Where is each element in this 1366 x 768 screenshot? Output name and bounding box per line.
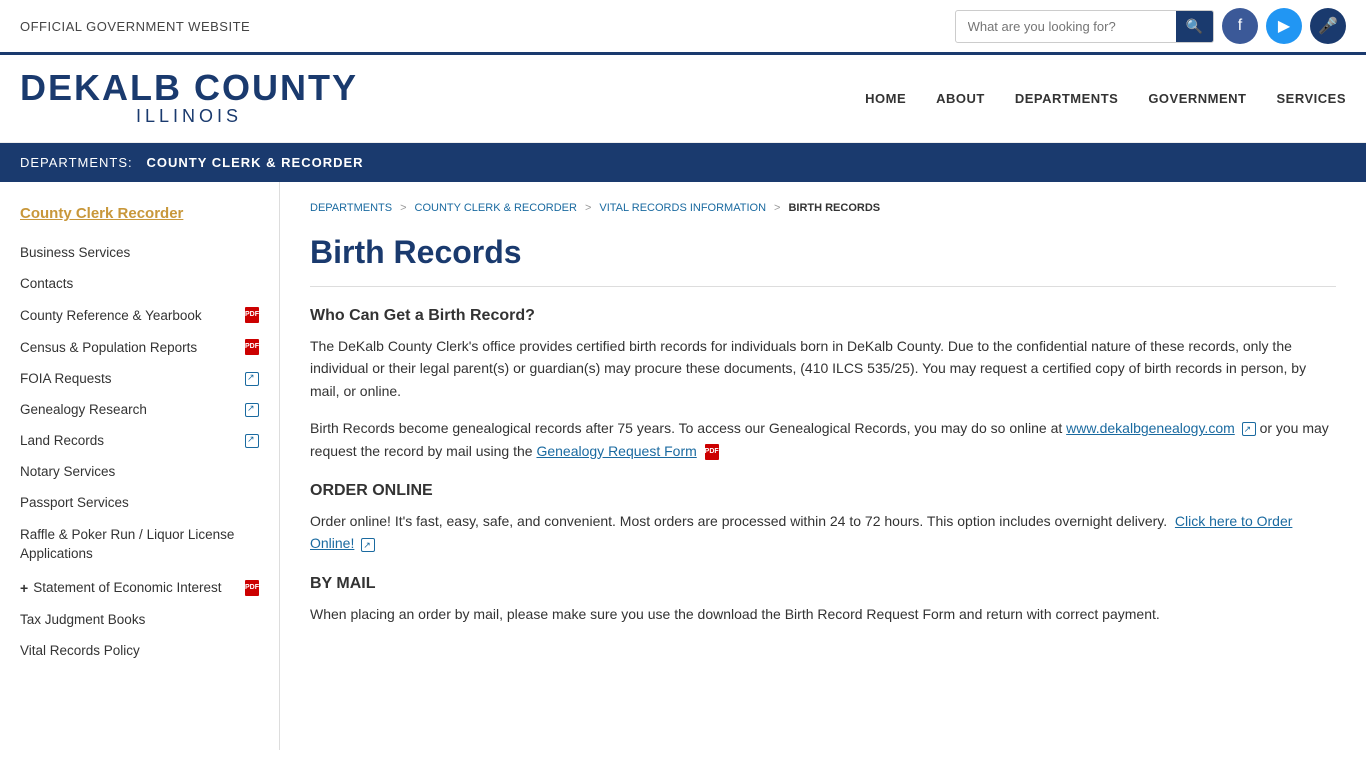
nav-about[interactable]: ABOUT	[936, 91, 985, 106]
section2-para: Order online! It's fast, easy, safe, and…	[310, 510, 1336, 555]
sidebar-item-land-records[interactable]: Land Records	[0, 425, 279, 456]
page-title: Birth Records	[310, 234, 1336, 287]
header: DEKALB COUNTY ILLINOIS HOME ABOUT DEPART…	[0, 55, 1366, 143]
external-link-icon	[361, 538, 375, 552]
breadcrumb-clerk[interactable]: COUNTY CLERK & RECORDER	[415, 202, 577, 214]
external-link-icon	[245, 372, 259, 386]
breadcrumb-vital[interactable]: VITAL RECORDS INFORMATION	[599, 202, 766, 214]
sidebar-item-raffle[interactable]: Raffle & Poker Run / Liquor License Appl…	[0, 518, 279, 572]
sidebar-item-tax-judgment[interactable]: Tax Judgment Books	[0, 604, 279, 635]
dept-bar-name: COUNTY CLERK & RECORDER	[147, 155, 364, 170]
pdf-icon: PDF	[705, 444, 719, 460]
logo-main: DEKALB COUNTY	[20, 70, 358, 106]
dept-bar-label: DEPARTMENTS:	[20, 155, 133, 170]
search-button[interactable]: 🔍	[1176, 11, 1213, 42]
genealogy-form-link[interactable]: Genealogy Request Form	[536, 443, 696, 459]
content-wrapper: County Clerk Recorder Business Services …	[0, 182, 1366, 750]
top-bar: OFFICIAL GOVERNMENT WEBSITE 🔍 f ▶ 🎤	[0, 0, 1366, 55]
nav-services[interactable]: SERVICES	[1276, 91, 1346, 106]
pdf-icon: PDF	[245, 307, 259, 323]
youtube-button[interactable]: ▶	[1266, 8, 1302, 44]
sidebar-item-economic-interest[interactable]: + Statement of Economic Interest PDF	[0, 572, 279, 604]
microphone-button[interactable]: 🎤	[1310, 8, 1346, 44]
sidebar-item-passport[interactable]: Passport Services	[0, 487, 279, 518]
sidebar-item-county-reference[interactable]: County Reference & Yearbook PDF	[0, 299, 279, 331]
breadcrumb: DEPARTMENTS > COUNTY CLERK & RECORDER > …	[310, 202, 1336, 214]
sidebar-item-genealogy[interactable]: Genealogy Research	[0, 394, 279, 425]
logo[interactable]: DEKALB COUNTY ILLINOIS	[20, 70, 358, 127]
section1-para1: The DeKalb County Clerk's office provide…	[310, 335, 1336, 402]
sidebar-item-notary[interactable]: Notary Services	[0, 456, 279, 487]
breadcrumb-departments[interactable]: DEPARTMENTS	[310, 202, 392, 214]
official-text: OFFICIAL GOVERNMENT WEBSITE	[20, 19, 250, 34]
nav-departments[interactable]: DEPARTMENTS	[1015, 91, 1118, 106]
external-link-icon	[1242, 422, 1256, 436]
section2-heading: ORDER ONLINE	[310, 482, 1336, 500]
search-box[interactable]: 🔍	[955, 10, 1214, 43]
external-link-icon	[245, 403, 259, 417]
sidebar-item-business-services[interactable]: Business Services	[0, 237, 279, 268]
sidebar-item-census[interactable]: Census & Population Reports PDF	[0, 331, 279, 363]
sidebar: County Clerk Recorder Business Services …	[0, 182, 280, 750]
sidebar-item-contacts[interactable]: Contacts	[0, 268, 279, 299]
section1-heading: Who Can Get a Birth Record?	[310, 307, 1336, 325]
section3-heading: BY MAIL	[310, 575, 1336, 593]
nav-home[interactable]: HOME	[865, 91, 906, 106]
nav-government[interactable]: GOVERNMENT	[1148, 91, 1246, 106]
search-input[interactable]	[956, 13, 1176, 40]
pdf-icon: PDF	[245, 339, 259, 355]
main-content: DEPARTMENTS > COUNTY CLERK & RECORDER > …	[280, 182, 1366, 750]
top-bar-actions: 🔍 f ▶ 🎤	[955, 8, 1346, 44]
sidebar-item-foia[interactable]: FOIA Requests	[0, 363, 279, 394]
section1-para2: Birth Records become genealogical record…	[310, 417, 1336, 462]
sidebar-title[interactable]: County Clerk Recorder	[0, 197, 279, 237]
external-link-icon	[245, 434, 259, 448]
genealogy-website-link[interactable]: www.dekalbgenealogy.com	[1066, 420, 1235, 436]
logo-sub: ILLINOIS	[20, 106, 358, 127]
breadcrumb-current: BIRTH RECORDS	[788, 202, 880, 214]
sidebar-item-vital-records-policy[interactable]: Vital Records Policy	[0, 635, 279, 666]
section3-para: When placing an order by mail, please ma…	[310, 603, 1336, 625]
pdf-icon: PDF	[245, 580, 259, 596]
facebook-button[interactable]: f	[1222, 8, 1258, 44]
main-nav: HOME ABOUT DEPARTMENTS GOVERNMENT SERVIC…	[865, 91, 1346, 106]
expand-icon: +	[20, 580, 28, 596]
department-bar: DEPARTMENTS: COUNTY CLERK & RECORDER	[0, 143, 1366, 182]
